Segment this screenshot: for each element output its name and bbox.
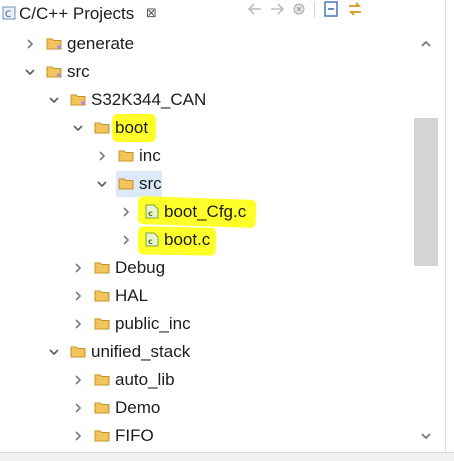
chevron-down-icon[interactable] bbox=[96, 178, 108, 190]
c-file-icon: c bbox=[145, 232, 159, 247]
chevron-right-icon[interactable] bbox=[72, 290, 84, 302]
tree-item-label: boot bbox=[114, 116, 155, 140]
tree-item-label: boot_Cfg.c bbox=[164, 202, 247, 221]
folder-icon bbox=[70, 346, 86, 358]
tree-item-label: S32K344_CAN bbox=[91, 90, 207, 109]
vertical-scrollbar[interactable] bbox=[414, 30, 438, 454]
link-chain-icon[interactable] bbox=[290, 0, 308, 18]
chevron-down-icon[interactable] bbox=[48, 346, 60, 358]
forward-arrow-icon[interactable] bbox=[268, 0, 286, 18]
scrollbar-thumb[interactable] bbox=[414, 118, 438, 266]
tree-item-label: unified_stack bbox=[91, 342, 191, 361]
folder-icon bbox=[94, 374, 110, 386]
tree-item-label: generate bbox=[67, 34, 135, 53]
tree-item-label: inc bbox=[139, 146, 161, 165]
chevron-down-icon[interactable] bbox=[24, 66, 36, 78]
collapse-all-icon[interactable] bbox=[322, 0, 340, 18]
tree-item-label: Demo bbox=[115, 398, 161, 417]
chevron-right-icon[interactable] bbox=[72, 430, 84, 442]
tree-item-label: HAL bbox=[115, 286, 149, 305]
view-header: C C/C++ Projects ⊠ bbox=[0, 0, 454, 30]
chevron-right-icon[interactable] bbox=[72, 402, 84, 414]
chevron-right-icon[interactable] bbox=[72, 318, 84, 330]
folder-icon bbox=[118, 178, 134, 190]
folder-icon bbox=[94, 318, 110, 330]
tree-item-label: src bbox=[139, 174, 162, 193]
tree-item-label: src bbox=[67, 62, 90, 81]
svg-text:C: C bbox=[5, 10, 11, 20]
folder-icon bbox=[94, 430, 110, 442]
folder-icon bbox=[118, 150, 134, 162]
folder-icon bbox=[94, 262, 110, 274]
sync-icon[interactable] bbox=[346, 0, 364, 18]
chevron-right-icon[interactable] bbox=[24, 38, 36, 50]
close-icon[interactable]: ⊠ bbox=[146, 5, 157, 21]
scroll-down-icon[interactable] bbox=[420, 430, 432, 442]
tree-item-label: boot.c bbox=[164, 230, 211, 249]
folder-icon bbox=[70, 94, 86, 106]
tree-item-label: FIFO bbox=[115, 426, 154, 445]
chevron-right-icon[interactable] bbox=[120, 206, 132, 218]
folder-icon bbox=[46, 38, 62, 50]
chevron-down-icon[interactable] bbox=[48, 94, 60, 106]
cpp-projects-view-icon: C bbox=[2, 6, 16, 20]
tree-item-label: Debug bbox=[115, 258, 166, 277]
toolbar-separator bbox=[314, 2, 315, 18]
project-tree: generate src S32K344_CAN boot inc src c … bbox=[0, 30, 414, 460]
c-file-icon: c bbox=[145, 204, 159, 219]
folder-icon bbox=[46, 66, 62, 78]
chevron-right-icon[interactable] bbox=[72, 374, 84, 386]
folder-icon bbox=[94, 290, 110, 302]
back-arrow-icon[interactable] bbox=[246, 0, 264, 18]
tree-item-label: auto_lib bbox=[115, 370, 175, 389]
svg-text:c: c bbox=[148, 237, 153, 246]
scroll-up-icon[interactable] bbox=[420, 38, 432, 50]
folder-icon bbox=[94, 402, 110, 414]
chevron-right-icon[interactable] bbox=[120, 234, 132, 246]
svg-text:c: c bbox=[148, 209, 153, 218]
chevron-right-icon[interactable] bbox=[96, 150, 108, 162]
tree-item-label: public_inc bbox=[115, 314, 191, 333]
chevron-down-icon[interactable] bbox=[72, 122, 84, 134]
chevron-right-icon[interactable] bbox=[72, 262, 84, 274]
folder-icon bbox=[94, 122, 110, 134]
view-title[interactable]: C/C++ Projects bbox=[19, 4, 134, 24]
panel-border bbox=[445, 0, 446, 460]
